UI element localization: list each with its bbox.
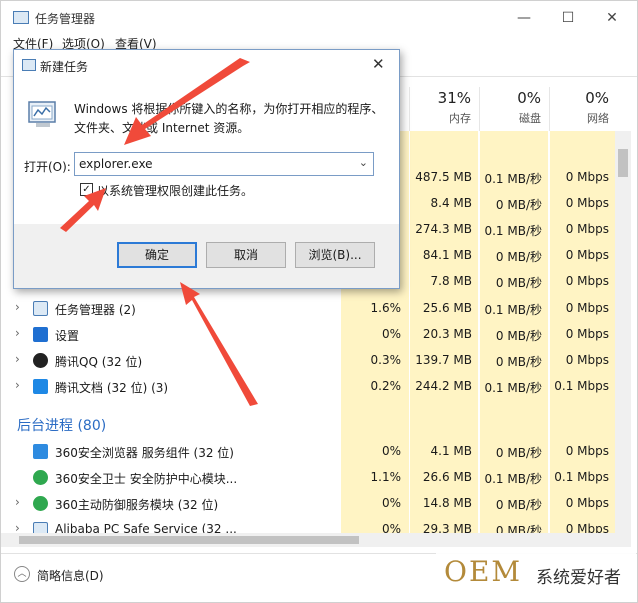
scrollbar-thumb[interactable] xyxy=(19,536,359,544)
network-label: 网络 xyxy=(587,112,609,125)
browse-button[interactable]: 浏览(B)... xyxy=(295,242,375,268)
360-defense-icon xyxy=(33,496,48,511)
close-button[interactable]: ✕ xyxy=(597,7,627,29)
new-task-dialog: 新建任务 ✕ Windows 将根据你所键入的名称，为你打开相应的程序、文件夹、… xyxy=(13,49,400,289)
table-row[interactable]: › 360主动防御服务模块 (32 位) 0% 14.8 MB 0 MB/秒 0… xyxy=(1,491,631,517)
dialog-description: Windows 将根据你所键入的名称，为你打开相应的程序、文件夹、文档或 Int… xyxy=(74,102,384,135)
column-disk[interactable]: 0% 磁盘 xyxy=(479,87,549,131)
disk-percent: 0% xyxy=(517,89,541,107)
gear-icon xyxy=(33,327,48,342)
column-network[interactable]: 0% 网络 xyxy=(549,87,617,131)
chevron-right-icon[interactable]: › xyxy=(15,378,20,392)
table-row[interactable]: › 设置 0% 20.3 MB 0 MB/秒 0 Mbps xyxy=(1,322,631,348)
chevron-up-icon[interactable]: ︿ xyxy=(14,566,30,582)
window-title: 任务管理器 xyxy=(35,12,96,26)
admin-checkbox[interactable]: ✓ xyxy=(80,183,93,196)
table-row[interactable]: › 任务管理器 (2) 1.6% 25.6 MB 0.1 MB/秒 0 Mbps xyxy=(1,296,631,322)
task-manager-icon xyxy=(33,301,48,316)
dialog-close-button[interactable]: ✕ xyxy=(372,55,385,73)
360-shield-icon xyxy=(33,470,48,485)
ok-button[interactable]: 确定 xyxy=(117,242,197,268)
qq-penguin-icon xyxy=(33,353,48,368)
table-row[interactable]: › 腾讯文档 (32 位) (3) 0.2% 244.2 MB 0.1 MB/秒… xyxy=(1,374,631,400)
chevron-right-icon[interactable]: › xyxy=(15,352,20,366)
task-manager-icon xyxy=(13,11,29,24)
table-row[interactable]: 360安全浏览器 服务组件 (32 位) 0% 4.1 MB 0 MB/秒 0 … xyxy=(1,439,631,465)
scrollbar-thumb[interactable] xyxy=(618,149,628,177)
admin-checkbox-label[interactable]: 以系统管理权限创建此任务。 xyxy=(97,182,253,199)
watermark: OEM 系统爱好者 xyxy=(436,549,636,599)
browser-service-icon xyxy=(33,444,48,459)
maximize-button[interactable]: ☐ xyxy=(553,7,583,29)
dialog-title: 新建任务 xyxy=(40,60,89,74)
cancel-button[interactable]: 取消 xyxy=(206,242,286,268)
run-icon xyxy=(22,59,36,71)
memory-percent: 31% xyxy=(437,89,471,107)
run-program-icon xyxy=(28,101,56,127)
open-input[interactable]: explorer.exe xyxy=(79,157,153,171)
open-label: 打开(O): xyxy=(24,160,71,174)
vertical-scrollbar[interactable] xyxy=(615,131,631,541)
disk-label: 磁盘 xyxy=(519,112,541,125)
horizontal-scrollbar[interactable] xyxy=(1,533,631,547)
fewer-details-link[interactable]: 简略信息(D) xyxy=(37,567,104,584)
chevron-right-icon[interactable]: › xyxy=(15,495,20,509)
network-percent: 0% xyxy=(585,89,609,107)
watermark-oem: OEM xyxy=(444,555,523,588)
open-combobox[interactable]: explorer.exe ⌄ xyxy=(74,152,374,176)
dialog-button-bar: 确定 取消 浏览(B)... xyxy=(14,224,399,288)
title-bar: 任务管理器 — ☐ ✕ xyxy=(1,1,637,33)
watermark-text: 系统爱好者 xyxy=(536,568,621,588)
chevron-down-icon[interactable]: ⌄ xyxy=(359,156,368,169)
column-memory[interactable]: 31% 内存 xyxy=(409,87,479,131)
table-row[interactable]: › 腾讯QQ (32 位) 0.3% 139.7 MB 0 MB/秒 0 Mbp… xyxy=(1,348,631,374)
table-row[interactable]: 360安全卫士 安全防护中心模块... 1.1% 26.6 MB 0.1 MB/… xyxy=(1,465,631,491)
tencent-docs-icon xyxy=(33,379,48,394)
memory-label: 内存 xyxy=(449,112,471,125)
minimize-button[interactable]: — xyxy=(509,7,539,29)
chevron-right-icon[interactable]: › xyxy=(15,300,20,314)
chevron-right-icon[interactable]: › xyxy=(15,326,20,340)
background-processes-heading: 后台进程 (80) xyxy=(17,418,107,434)
